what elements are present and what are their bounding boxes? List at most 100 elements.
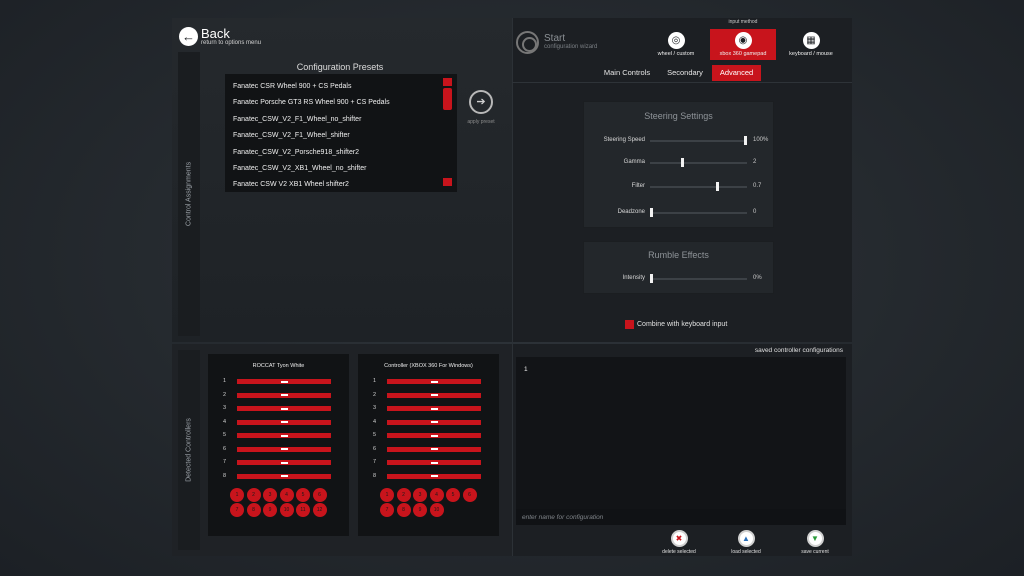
controller-button-indicator: 8 xyxy=(246,503,261,517)
tab-secondary[interactable]: Secondary xyxy=(662,65,708,81)
side-tab-control-assignments[interactable]: Control Assignments xyxy=(178,52,200,336)
controller-button-indicator: 5 xyxy=(296,488,310,502)
axis-number: 2 xyxy=(373,391,377,398)
axis-indicator xyxy=(431,475,438,477)
trash-icon: ✖ xyxy=(670,530,688,547)
preset-item[interactable]: Fanatec_CSW_V2_Porsche918_shifter2 xyxy=(233,149,359,156)
axis-indicator xyxy=(431,421,438,423)
slider-track[interactable] xyxy=(650,278,747,280)
controller-button-indicator: 5 xyxy=(446,488,460,502)
axis-number: 5 xyxy=(373,432,377,438)
load-selected-button[interactable]: ▲ load selected xyxy=(721,530,771,555)
load-selected-label: load selected xyxy=(731,549,761,555)
saved-configuration-item[interactable]: 1 xyxy=(524,366,528,373)
back-arrow-icon[interactable]: ← xyxy=(179,27,198,46)
controller-button-indicator: 10 xyxy=(279,503,294,517)
presets-list[interactable]: Fanatec CSR Wheel 900 + CS Pedals Fanate… xyxy=(225,74,457,192)
axis-indicator xyxy=(281,380,288,383)
save-current-label: save current xyxy=(801,549,829,555)
scroll-down-button[interactable] xyxy=(443,178,452,186)
axis-number: 8 xyxy=(223,472,227,479)
slider-track[interactable] xyxy=(650,162,747,164)
scroll-up-button[interactable] xyxy=(443,78,452,86)
tab-divider xyxy=(512,82,852,83)
side-tab-detected-controllers[interactable]: Detected Controllers xyxy=(178,350,200,550)
controller-name: Controller (XBOX 360 For Windows) xyxy=(384,363,473,369)
delete-selected-label: delete selected xyxy=(662,549,696,555)
slider-value: 100% xyxy=(753,137,769,143)
input-method-label: keyboard / mouse xyxy=(789,51,833,57)
preset-item[interactable]: Fanatec_CSW_V2_F1_Wheel_no_shifter xyxy=(233,116,361,123)
preset-item[interactable]: Fanatec_CSW_V2_F1_Wheel_shifter xyxy=(233,132,350,139)
axis-bar xyxy=(237,473,331,479)
back-subtitle: return to options menu xyxy=(201,40,262,46)
rumble-effects-title: Rumble Effects xyxy=(648,250,709,260)
input-method-label: wheel / custom xyxy=(657,51,695,57)
input-method-keyboard-mouse[interactable]: ▦ keyboard / mouse xyxy=(778,29,844,60)
configuration-name-input[interactable] xyxy=(516,509,846,525)
axis-number: 7 xyxy=(373,459,377,465)
input-method-label: xbox 360 gamepad xyxy=(719,51,767,57)
controller-button-indicator: 8 xyxy=(396,503,411,517)
wheel-wizard-icon[interactable] xyxy=(516,31,539,54)
controller-button-indicator: 4 xyxy=(279,488,294,502)
axis-number: 1 xyxy=(223,378,227,384)
slider-value: 0.7 xyxy=(753,183,762,189)
combine-keyboard-checkbox[interactable] xyxy=(625,320,634,329)
side-tab-label: Detected Controllers xyxy=(185,418,193,482)
slider-track[interactable] xyxy=(650,186,747,188)
slider-track[interactable] xyxy=(650,140,747,142)
axis-number: 1 xyxy=(373,378,377,384)
axis-number: 2 xyxy=(223,391,227,398)
slider-thumb[interactable] xyxy=(681,158,684,167)
controller-button-indicator: 9 xyxy=(413,503,427,517)
axis-number: 6 xyxy=(223,445,227,452)
start-wizard-button[interactable]: Start xyxy=(544,33,565,44)
arrow-right-icon: ➔ xyxy=(476,96,486,108)
axis-bar xyxy=(237,406,331,411)
preset-item[interactable]: Fanatec CSR Wheel 900 + CS Pedals xyxy=(233,83,351,90)
start-wizard-subtitle: configuration wizard xyxy=(544,44,598,50)
save-current-button[interactable]: ▼ save current xyxy=(790,530,840,555)
slider-thumb[interactable] xyxy=(650,274,653,283)
slider-track[interactable] xyxy=(650,212,747,214)
input-method-title: input method xyxy=(728,19,758,25)
tab-main-controls[interactable]: Main Controls xyxy=(598,65,656,81)
back-button[interactable]: Back xyxy=(201,26,230,41)
scrollbar-thumb[interactable] xyxy=(443,88,452,110)
axis-number: 4 xyxy=(223,418,227,425)
apply-preset-button[interactable]: ➔ xyxy=(469,90,493,114)
axis-indicator xyxy=(281,407,288,410)
axis-indicator xyxy=(431,448,438,450)
controller-button-indicator: 6 xyxy=(312,488,327,502)
controller-button-indicator: 4 xyxy=(429,488,444,502)
controller-button-indicator: 3 xyxy=(263,488,277,502)
preset-item[interactable]: Fanatec CSW V2 XB1 Wheel shifter2 xyxy=(233,181,349,188)
slider-label: Filter xyxy=(631,183,645,189)
slider-label: Gamma xyxy=(623,159,645,165)
axis-number: 7 xyxy=(223,459,227,465)
input-method-xbox-gamepad[interactable]: ◉ xbox 360 gamepad xyxy=(710,29,776,60)
steering-settings-title: Steering Settings xyxy=(644,111,713,121)
controller-button-indicator: 3 xyxy=(413,488,427,502)
input-method-wheel-custom[interactable]: ◎ wheel / custom xyxy=(643,29,709,60)
controller-card: Controller (XBOX 360 For Windows) 123456… xyxy=(358,354,499,536)
delete-selected-button[interactable]: ✖ delete selected xyxy=(654,530,704,555)
tab-advanced[interactable]: Advanced xyxy=(712,65,761,81)
load-icon: ▲ xyxy=(737,530,755,547)
axis-bar xyxy=(387,460,481,465)
axis-indicator xyxy=(431,380,438,383)
slider-thumb[interactable] xyxy=(744,136,747,145)
axis-number: 4 xyxy=(373,418,377,425)
controller-button-indicator: 12 xyxy=(312,503,327,517)
preset-item[interactable]: Fanatec_CSW_V2_XB1_Wheel_no_shifter xyxy=(233,165,366,172)
saved-configurations-list[interactable] xyxy=(516,357,846,509)
slider-thumb[interactable] xyxy=(650,208,653,217)
slider-thumb[interactable] xyxy=(716,182,719,191)
axis-indicator xyxy=(281,434,288,437)
axis-bar xyxy=(387,446,481,452)
controller-button-indicator: 2 xyxy=(246,488,261,502)
preset-item[interactable]: Fanatec Porsche GT3 RS Wheel 900 + CS Pe… xyxy=(233,99,390,106)
axis-indicator xyxy=(281,448,288,450)
slider-value: 0 xyxy=(753,209,757,215)
